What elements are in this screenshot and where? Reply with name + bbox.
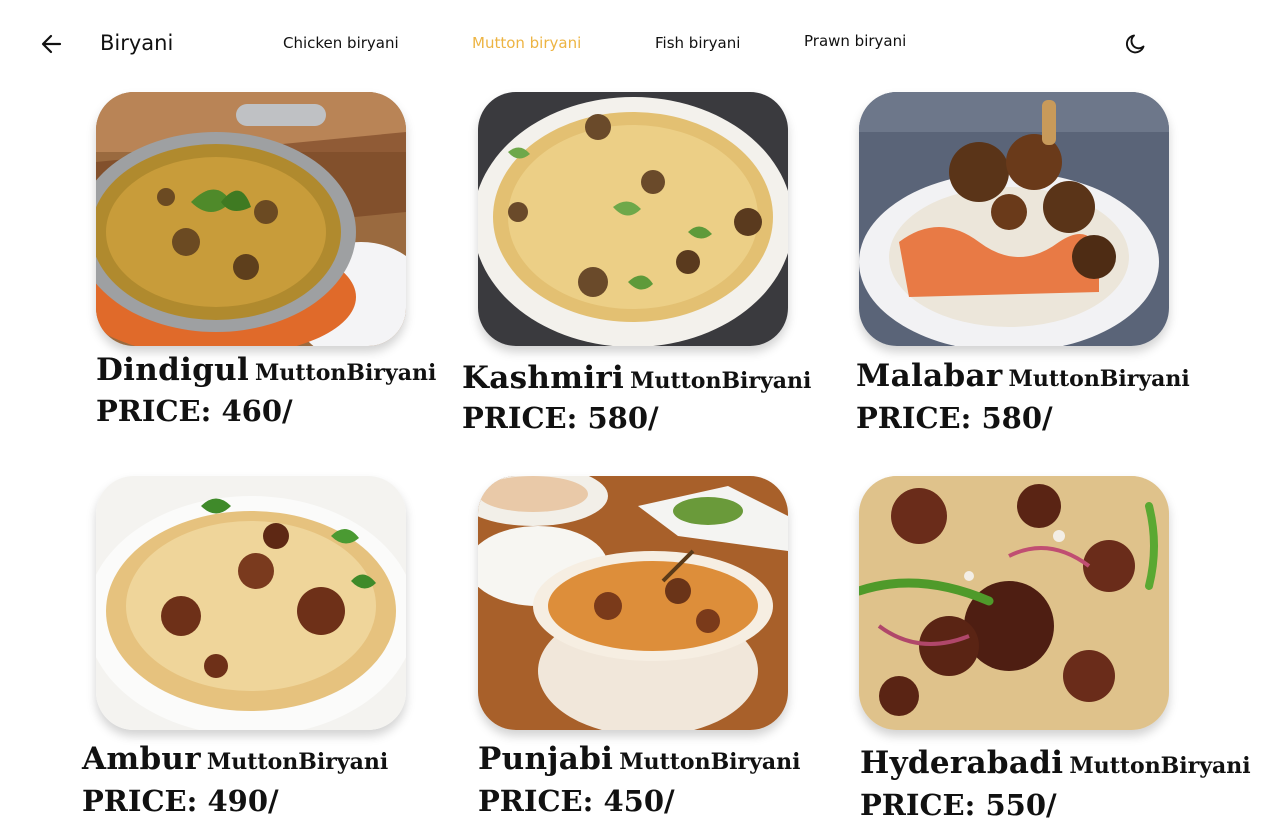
back-button[interactable] <box>38 30 66 58</box>
card-price: PRICE: 450/ <box>478 784 675 818</box>
hyderabadi-biryani-photo[interactable] <box>859 476 1169 730</box>
card-place-name: Ambur <box>82 741 201 777</box>
card-price: PRICE: 580/ <box>462 401 659 435</box>
tab-mutton-biryani[interactable]: Mutton biryani <box>472 34 581 52</box>
arrow-left-icon <box>41 34 62 54</box>
card-place-name: Malabar <box>856 358 1003 394</box>
card-price: PRICE: 550/ <box>860 788 1057 822</box>
card-title: Hyderabadi MuttonBiryani <box>860 745 1251 781</box>
top-navigation-bar: Biryani Chicken biryani Mutton biryani F… <box>0 0 1280 88</box>
tab-fish-biryani[interactable]: Fish biryani <box>655 34 740 52</box>
card-price: PRICE: 580/ <box>856 401 1053 435</box>
card-dish-type: MuttonBiryani <box>255 360 437 386</box>
ambur-biryani-photo[interactable] <box>96 476 406 730</box>
moon-icon <box>1125 34 1145 54</box>
card-place-name: Dindigul <box>96 352 250 388</box>
card-title: Kashmiri MuttonBiryani <box>462 360 811 396</box>
punjabi-biryani-photo[interactable] <box>478 476 788 730</box>
card-dish-type: MuttonBiryani <box>619 749 801 775</box>
card-title: Dindigul MuttonBiryani <box>96 352 436 388</box>
malabar-biryani-photo[interactable] <box>859 92 1169 346</box>
kashmiri-biryani-photo[interactable] <box>478 92 788 346</box>
card-place-name: Kashmiri <box>462 360 625 396</box>
dark-mode-toggle[interactable] <box>1123 31 1149 57</box>
card-price: PRICE: 460/ <box>96 394 293 428</box>
dindigul-biryani-photo[interactable] <box>96 92 406 346</box>
card-title: Punjabi MuttonBiryani <box>478 741 801 777</box>
tab-prawn-biryani[interactable]: Prawn biryani <box>804 32 906 50</box>
tab-chicken-biryani[interactable]: Chicken biryani <box>283 34 399 52</box>
card-dish-type: MuttonBiryani <box>1069 753 1251 779</box>
card-dish-type: MuttonBiryani <box>1008 366 1190 392</box>
card-dish-type: MuttonBiryani <box>206 749 389 775</box>
card-title: Ambur MuttonBiryani <box>82 741 388 777</box>
card-title: Malabar MuttonBiryani <box>856 358 1190 394</box>
page-title: Biryani <box>100 31 174 55</box>
card-place-name: Punjabi <box>478 741 614 777</box>
card-dish-type: MuttonBiryani <box>630 368 812 394</box>
card-place-name: Hyderabadi <box>860 745 1064 781</box>
card-price: PRICE: 490/ <box>82 784 279 818</box>
